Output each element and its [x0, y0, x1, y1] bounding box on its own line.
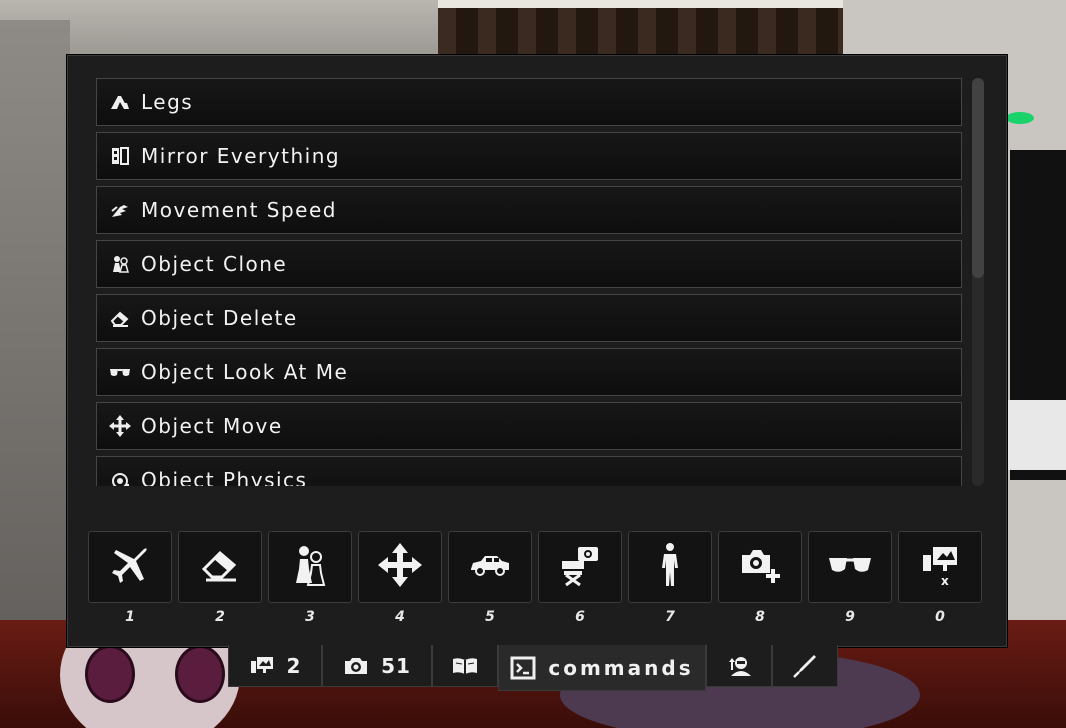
- hotbar-slot-3[interactable]: [268, 531, 352, 603]
- lamp: [1006, 112, 1034, 124]
- list-item-label: Object Delete: [141, 306, 298, 330]
- ceiling: [438, 0, 843, 58]
- list-item-object-look-at-me[interactable]: Object Look At Me: [96, 348, 962, 396]
- move-arrows-icon: [378, 543, 422, 591]
- avatar-icon: [725, 654, 753, 678]
- camera-icon: [343, 656, 369, 676]
- list-item-label: Object Move: [141, 414, 283, 438]
- list-item-label: Object Look At Me: [141, 360, 349, 384]
- tab-photos-count: 51: [381, 653, 411, 678]
- hotbar-slot-2[interactable]: [178, 531, 262, 603]
- book-icon: [451, 656, 479, 676]
- eraser-icon: [200, 547, 240, 587]
- list-item-mirror-everything[interactable]: Mirror Everything: [96, 132, 962, 180]
- hotbar-key-label: 1: [125, 609, 135, 625]
- hotbar-slot-4[interactable]: [358, 531, 442, 603]
- hotbar-key-label: 4: [395, 609, 405, 625]
- list-item-label: Legs: [141, 90, 194, 114]
- eraser-icon: [109, 307, 131, 329]
- commands-panel: Legs Mirror Everything Movement Speed Ob…: [67, 55, 1007, 647]
- camera-plus-icon: [738, 545, 782, 589]
- list-item-label: Object Physics: [141, 468, 308, 486]
- tab-commands-label: commands: [548, 655, 694, 680]
- hotbar: 1 2 3 4 5 6 7 8 9 x 0: [88, 531, 988, 625]
- hotbar-slot-9[interactable]: [808, 531, 892, 603]
- hotbar-slot-6[interactable]: [538, 531, 622, 603]
- hotbar-key-label: 0: [935, 609, 945, 625]
- list-item-object-physics[interactable]: Object Physics: [96, 456, 962, 486]
- hotbar-key-label: 9: [845, 609, 855, 625]
- svg-text:x: x: [941, 574, 949, 587]
- hotbar-slot-0[interactable]: x: [898, 531, 982, 603]
- hotbar-key-label: 2: [215, 609, 225, 625]
- hotbar-slot-7[interactable]: [628, 531, 712, 603]
- glasses-icon: [109, 361, 131, 383]
- command-list[interactable]: Legs Mirror Everything Movement Speed Ob…: [96, 78, 964, 486]
- floor-tile: [1004, 400, 1066, 470]
- tab-commands[interactable]: commands: [498, 645, 706, 691]
- hotbar-key-label: 3: [305, 609, 315, 625]
- list-item-legs[interactable]: Legs: [96, 78, 962, 126]
- list-item-movement-speed[interactable]: Movement Speed: [96, 186, 962, 234]
- hotbar-key-label: 5: [485, 609, 495, 625]
- chess-clone-icon: [290, 543, 330, 591]
- plush-eye: [85, 645, 135, 703]
- speed-icon: [109, 199, 131, 221]
- plush-eye: [175, 645, 225, 703]
- list-item-label: Movement Speed: [141, 198, 337, 222]
- mirror-icon: [109, 145, 131, 167]
- person-icon: [656, 542, 684, 592]
- tab-worlds-count: 2: [286, 653, 302, 678]
- scrollbar-thumb[interactable]: [972, 78, 984, 278]
- scrollbar[interactable]: [972, 78, 984, 486]
- terminal-icon: [510, 656, 536, 680]
- glasses-icon: [827, 554, 873, 580]
- hotbar-slot-8[interactable]: [718, 531, 802, 603]
- hotbar-slot-1[interactable]: [88, 531, 172, 603]
- clone-icon: [109, 253, 131, 275]
- list-item-object-delete[interactable]: Object Delete: [96, 294, 962, 342]
- tab-photos[interactable]: 51: [322, 645, 432, 687]
- airplane-icon: [110, 545, 150, 589]
- hotbar-key-label: 7: [665, 609, 675, 625]
- hotbar-key-label: 6: [575, 609, 585, 625]
- screen-close-icon: x: [919, 543, 961, 591]
- list-item-label: Mirror Everything: [141, 144, 341, 168]
- hotbar-key-label: 8: [755, 609, 765, 625]
- tab-tools[interactable]: [772, 645, 838, 687]
- director-camera-icon: [558, 543, 602, 591]
- tab-worlds[interactable]: 2: [228, 645, 322, 687]
- pen-icon: [792, 653, 818, 679]
- ceiling-rim: [438, 0, 843, 8]
- legs-icon: [109, 91, 131, 113]
- car-icon: [469, 553, 511, 581]
- hotbar-slot-5[interactable]: [448, 531, 532, 603]
- physics-icon: [109, 469, 131, 486]
- list-item-label: Object Clone: [141, 252, 288, 276]
- tab-book[interactable]: [432, 645, 498, 687]
- list-item-object-move[interactable]: Object Move: [96, 402, 962, 450]
- move-arrows-icon: [109, 415, 131, 437]
- tab-avatar[interactable]: [706, 645, 772, 687]
- screen-icon: [249, 655, 275, 677]
- list-item-object-clone[interactable]: Object Clone: [96, 240, 962, 288]
